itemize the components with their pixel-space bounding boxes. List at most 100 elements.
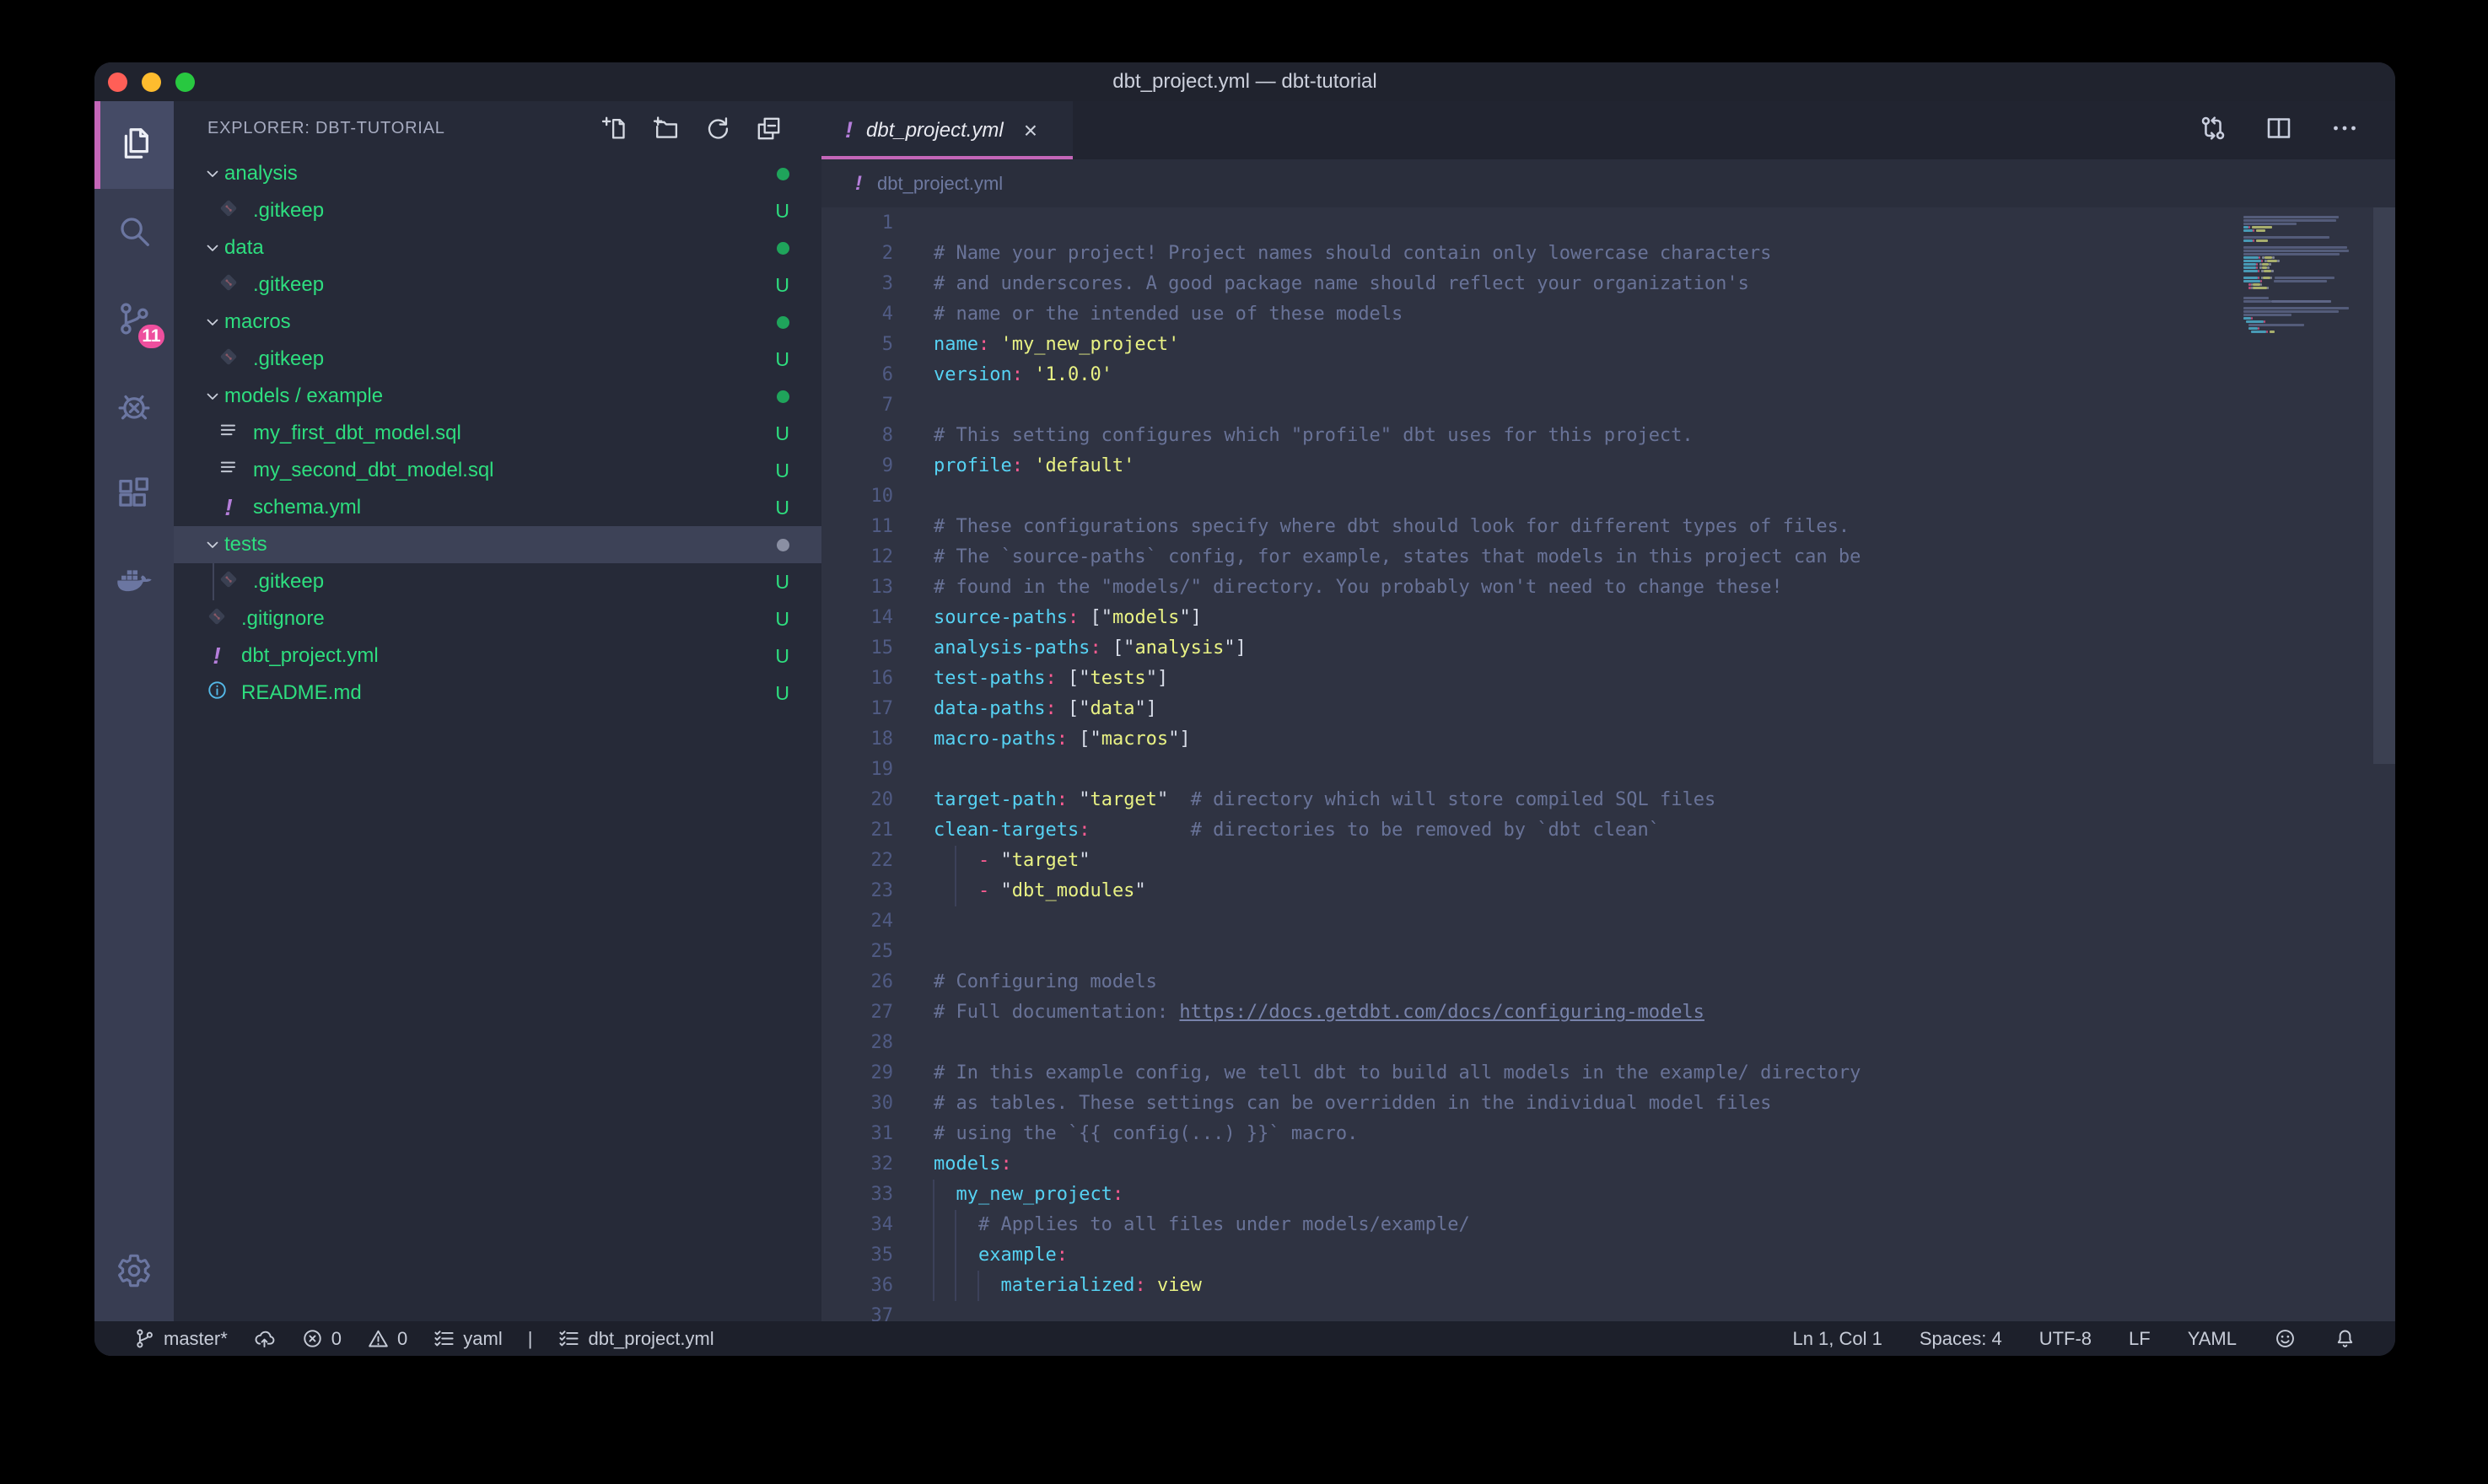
tree-row-my-first-dbt-model-sql[interactable]: my_first_dbt_model.sqlU	[174, 415, 821, 452]
tree-row-schema-yml[interactable]: ! schema.ymlU	[174, 489, 821, 526]
code-line-26: 26# Configuring models	[821, 967, 2395, 997]
tree-row-tests[interactable]: tests	[174, 526, 821, 563]
settings-button[interactable]	[94, 1237, 174, 1308]
sql-file-icon	[217, 419, 240, 449]
minimize-window-button[interactable]	[142, 73, 161, 92]
tab-dbt-project-yml[interactable]: ! dbt_project.yml ×	[821, 101, 1073, 159]
line-content: # as tables. These settings can be overr…	[934, 1089, 1771, 1119]
breadcrumb[interactable]: ! dbt_project.yml	[821, 159, 2395, 207]
warning-icon	[367, 1327, 390, 1350]
minimap-line	[2243, 253, 2370, 255]
activity-item-source-control[interactable]: 11	[94, 277, 174, 364]
activity-item-docker[interactable]	[94, 540, 174, 627]
minimap-line	[2243, 304, 2370, 306]
refresh-button[interactable]	[703, 115, 731, 142]
status-item-indentation[interactable]: Spaces: 4	[1920, 1328, 2002, 1350]
git-status-badge: U	[775, 645, 789, 668]
line-number: 36	[821, 1271, 893, 1301]
split-icon	[2264, 132, 2294, 147]
status-item-notifications[interactable]	[2334, 1327, 2356, 1350]
tree-item-label: schema.yml	[253, 496, 765, 519]
tab-close-icon[interactable]: ×	[1024, 119, 1037, 142]
tree-row-my-second-dbt-model-sql[interactable]: my_second_dbt_model.sqlU	[174, 452, 821, 489]
status-item-git-branch[interactable]: master*	[133, 1327, 228, 1350]
line-content: analysis-paths: ["analysis"]	[934, 633, 1247, 664]
tree-row--gitkeep[interactable]: .gitkeepU	[174, 563, 821, 600]
code-line-36: 36 materialized: view	[821, 1271, 2395, 1301]
status-item-eol[interactable]: LF	[2129, 1328, 2151, 1350]
code-line-30: 30# as tables. These settings can be ove…	[821, 1089, 2395, 1119]
line-number: 3	[821, 269, 893, 299]
activity-item-search[interactable]	[94, 189, 174, 277]
code-line-10: 10	[821, 481, 2395, 512]
collapse-all-button[interactable]	[755, 115, 783, 142]
minimap-line	[2243, 307, 2370, 309]
status-item-sync[interactable]	[253, 1327, 276, 1350]
status-item-feedback[interactable]	[2274, 1327, 2297, 1350]
status-item-errors[interactable]: 0	[301, 1327, 342, 1350]
folder-modified-dot	[777, 168, 789, 180]
close-window-button[interactable]	[108, 73, 127, 92]
status-item-linter-yaml[interactable]: yaml	[433, 1327, 502, 1350]
collapse-all-icon	[755, 115, 783, 142]
status-item-encoding[interactable]: UTF-8	[2039, 1328, 2092, 1350]
title-bar: dbt_project.yml — dbt-tutorial	[94, 62, 2395, 101]
status-item-warnings[interactable]: 0	[367, 1327, 407, 1350]
window-title: dbt_project.yml — dbt-tutorial	[1112, 70, 1376, 94]
new-file-button[interactable]	[600, 115, 628, 142]
tree-row--gitignore[interactable]: .gitignoreU	[174, 600, 821, 637]
tree-row-readme-md[interactable]: README.mdU	[174, 675, 821, 712]
code-line-37: 37	[821, 1301, 2395, 1321]
code-line-21: 21clean-targets: # directories to be rem…	[821, 815, 2395, 846]
line-content: # In this example config, we tell dbt to…	[934, 1058, 1861, 1089]
open-changes-button[interactable]	[2198, 113, 2228, 148]
git-status-badge: U	[775, 571, 789, 594]
tree-row-dbt-project-yml[interactable]: ! dbt_project.ymlU	[174, 637, 821, 675]
new-folder-button[interactable]	[652, 115, 680, 142]
line-content: name: 'my_new_project'	[934, 330, 1179, 360]
code-line-19: 19	[821, 755, 2395, 785]
tree-row--gitkeep[interactable]: .gitkeepU	[174, 266, 821, 304]
activity-item-explorer[interactable]	[94, 101, 174, 189]
activity-item-debug[interactable]	[94, 364, 174, 452]
minimap-line	[2243, 266, 2370, 269]
tree-row-analysis[interactable]: analysis	[174, 155, 821, 192]
line-number: 35	[821, 1240, 893, 1271]
git-status-badge: U	[775, 422, 789, 445]
code-line-8: 8# This setting configures which "profil…	[821, 421, 2395, 451]
tree-item-label: .gitignore	[241, 607, 765, 631]
tree-row-macros[interactable]: macros	[174, 304, 821, 341]
code-line-13: 13# found in the "models/" directory. Yo…	[821, 573, 2395, 603]
code-line-29: 29# In this example config, we tell dbt …	[821, 1058, 2395, 1089]
split-editor-button[interactable]	[2264, 113, 2294, 148]
chevron-down-icon	[202, 535, 224, 555]
code-area[interactable]: 12# Name your project! Project names sho…	[821, 207, 2395, 1321]
line-content: my_new_project:	[934, 1180, 1123, 1210]
editor-scrollbar[interactable]	[2373, 207, 2395, 764]
more-actions-button[interactable]	[2329, 113, 2360, 148]
indent-guide	[977, 1271, 979, 1301]
status-item-cursor-position[interactable]: Ln 1, Col 1	[1792, 1328, 1882, 1350]
line-number: 17	[821, 694, 893, 724]
tree-row--gitkeep[interactable]: .gitkeepU	[174, 341, 821, 378]
tree-row-models-example[interactable]: models / example	[174, 378, 821, 415]
activity-item-extensions[interactable]	[94, 452, 174, 540]
tree-item-label: my_second_dbt_model.sql	[253, 459, 765, 482]
code-line-31: 31# using the `{{ config(...) }}` macro.	[821, 1119, 2395, 1149]
minimap-line	[2243, 283, 2370, 286]
line-number: 22	[821, 846, 893, 876]
minimap[interactable]	[2243, 212, 2370, 337]
folder-modified-dot	[777, 242, 789, 255]
tree-row--gitkeep[interactable]: .gitkeepU	[174, 192, 821, 229]
line-number: 9	[821, 451, 893, 481]
chevron-down-icon	[202, 312, 224, 332]
folder-modified-dot	[777, 390, 789, 403]
status-item-language-mode[interactable]: YAML	[2188, 1328, 2237, 1350]
line-content: # Full documentation: https://docs.getdb…	[934, 997, 1704, 1028]
minimap-line	[2243, 277, 2370, 279]
breadcrumb-problem-marker: !	[855, 172, 862, 196]
status-item-linter-file[interactable]: dbt_project.yml	[557, 1327, 714, 1350]
status-item-label: 0	[397, 1328, 407, 1350]
maximize-window-button[interactable]	[175, 73, 195, 92]
tree-row-data[interactable]: data	[174, 229, 821, 266]
